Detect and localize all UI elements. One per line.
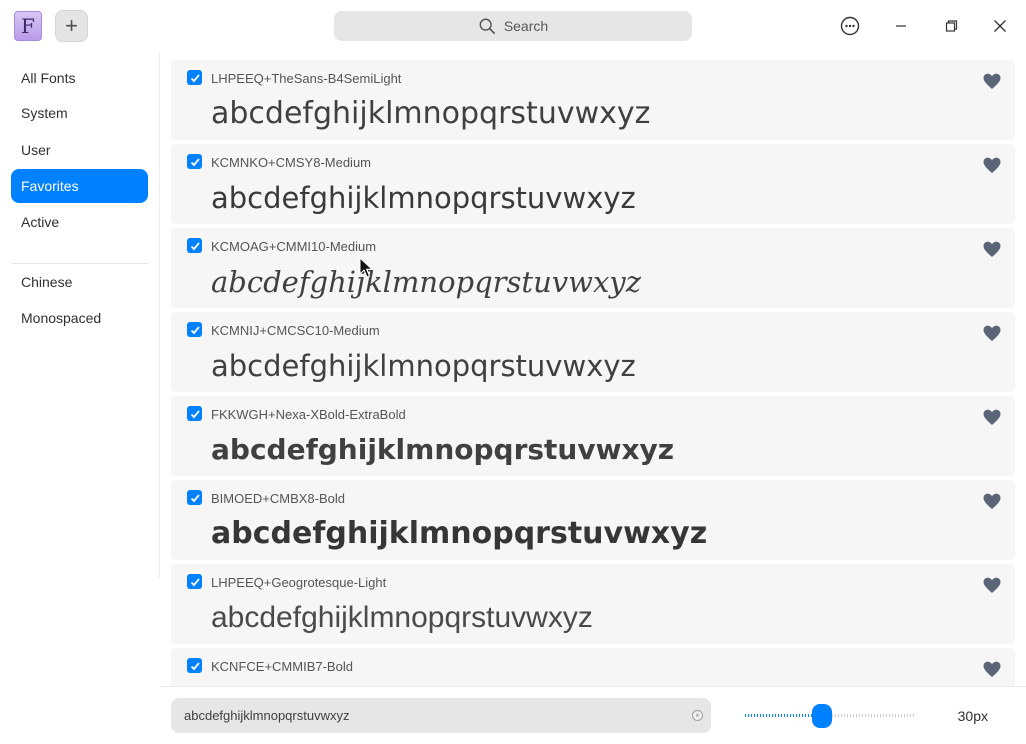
sidebar: All Fonts System User Favorites Active C…	[0, 52, 160, 578]
font-list-item[interactable]: KCMNKO+CMSY8-Medium abcdefghijklmnopqrst…	[171, 144, 1015, 224]
font-list-item[interactable]: KCNFCE+CMMIB7-Bold	[171, 648, 1015, 686]
app-logo-letter: F	[21, 14, 35, 38]
sidebar-divider	[11, 263, 148, 264]
checkmark-icon	[190, 661, 200, 670]
font-name: KCMOAG+CMMI10-Medium	[211, 239, 377, 254]
heart-icon	[983, 409, 1001, 425]
enable-font-checkbox[interactable]	[187, 490, 202, 505]
font-preview: abcdefghijklmnopqrstuvwxyz	[211, 349, 636, 383]
checkmark-icon	[190, 241, 200, 250]
sidebar-item-active[interactable]: Active	[11, 205, 148, 239]
clear-icon: ×	[695, 710, 700, 720]
sidebar-item-chinese[interactable]: Chinese	[11, 265, 148, 299]
sidebar-item-all-fonts[interactable]: All Fonts	[11, 61, 148, 95]
preview-text-input[interactable]	[171, 698, 711, 733]
sidebar-item-user[interactable]: User	[11, 133, 148, 167]
sidebar-item-label: Favorites	[21, 178, 79, 194]
search-box[interactable]: Search	[334, 11, 692, 41]
maximize-button[interactable]	[938, 13, 964, 39]
font-preview: abcdefghijklmnopqrstuvwxyz	[211, 181, 636, 215]
heart-icon	[983, 157, 1001, 173]
search-placeholder: Search	[503, 18, 549, 34]
font-name: LHPEEQ+TheSans-B4SemiLight	[211, 71, 402, 86]
restore-icon	[945, 20, 958, 32]
minimize-button[interactable]	[888, 13, 914, 39]
preview-toolbar: × 30px	[160, 686, 1026, 744]
sidebar-item-system[interactable]: System	[11, 96, 148, 130]
minimize-icon	[896, 25, 906, 27]
heart-icon	[983, 493, 1001, 509]
font-name: LHPEEQ+Geogrotesque-Light	[211, 575, 387, 590]
font-preview: abcdefghijklmnopqrstuvwxyz	[211, 601, 593, 634]
sidebar-item-label: User	[21, 142, 51, 158]
font-name: BIMOED+CMBX8-Bold	[211, 491, 346, 506]
sidebar-item-monospaced[interactable]: Monospaced	[11, 301, 148, 335]
font-preview: abcdefghijklmnopqrstuvwxyz	[211, 96, 651, 131]
sidebar-item-label: All Fonts	[21, 70, 76, 86]
favorite-toggle[interactable]	[983, 325, 1001, 342]
font-name: FKKWGH+Nexa-XBold-ExtraBold	[211, 407, 406, 422]
plus-icon: +	[65, 13, 78, 38]
font-list-item[interactable]: FKKWGH+Nexa-XBold-ExtraBold abcdefghijkl…	[171, 396, 1015, 476]
favorite-toggle[interactable]	[983, 73, 1001, 90]
favorite-toggle[interactable]	[983, 241, 1001, 258]
main-menu-button[interactable]	[837, 13, 863, 39]
heart-icon	[983, 241, 1001, 257]
sidebar-item-label: Monospaced	[21, 310, 102, 326]
app-logo-icon: F	[14, 11, 42, 41]
font-name: KCNFCE+CMMIB7-Bold	[211, 659, 353, 674]
heart-icon	[983, 73, 1001, 89]
font-list-item[interactable]: KCMNIJ+CMCSC10-Medium abcdefghijklmnopqr…	[171, 312, 1015, 392]
enable-font-checkbox[interactable]	[187, 574, 202, 589]
sidebar-item-favorites[interactable]: Favorites	[11, 169, 148, 203]
enable-font-checkbox[interactable]	[187, 238, 202, 253]
more-options-icon	[840, 16, 860, 36]
enable-font-checkbox[interactable]	[187, 406, 202, 421]
heart-icon	[983, 577, 1001, 593]
font-list: LHPEEQ+TheSans-B4SemiLight abcdefghijklm…	[160, 52, 1026, 686]
favorite-toggle[interactable]	[983, 577, 1001, 594]
enable-font-checkbox[interactable]	[187, 70, 202, 85]
heart-icon	[983, 325, 1001, 341]
sidebar-item-label: System	[21, 105, 68, 121]
slider-fill	[745, 714, 822, 717]
font-name: KCMNIJ+CMCSC10-Medium	[211, 323, 380, 338]
font-manager-window: F + Search All Fonts System User Favorit…	[0, 0, 1026, 744]
font-list-item[interactable]: LHPEEQ+Geogrotesque-Light abcdefghijklmn…	[171, 564, 1015, 644]
font-size-value: 30px	[957, 708, 988, 724]
favorite-toggle[interactable]	[983, 157, 1001, 174]
font-list-item[interactable]: LHPEEQ+TheSans-B4SemiLight abcdefghijklm…	[171, 60, 1015, 140]
mouse-cursor-icon	[359, 257, 373, 278]
sidebar-item-label: Chinese	[21, 274, 73, 290]
checkmark-icon	[190, 493, 200, 502]
enable-font-checkbox[interactable]	[187, 658, 202, 673]
clear-input-button[interactable]: ×	[692, 710, 703, 721]
close-button[interactable]	[987, 13, 1013, 39]
checkmark-icon	[190, 73, 200, 82]
font-name: KCMNKO+CMSY8-Medium	[211, 155, 372, 170]
heart-icon	[983, 661, 1001, 677]
favorite-toggle[interactable]	[983, 409, 1001, 426]
close-icon	[994, 20, 1006, 32]
favorite-toggle[interactable]	[983, 661, 1001, 678]
checkmark-icon	[190, 325, 200, 334]
checkmark-icon	[190, 409, 200, 418]
font-preview: abcdefghijklmnopqrstuvwxyz	[211, 265, 641, 299]
title-bar: F + Search	[0, 0, 1026, 52]
sidebar-item-label: Active	[21, 214, 60, 230]
add-font-button[interactable]: +	[55, 10, 88, 42]
font-list-item[interactable]: BIMOED+CMBX8-Bold abcdefghijklmnopqrstuv…	[171, 480, 1015, 560]
checkmark-icon	[190, 157, 200, 166]
enable-font-checkbox[interactable]	[187, 322, 202, 337]
font-list-item[interactable]: KCMOAG+CMMI10-Medium abcdefghijklmnopqrs…	[171, 228, 1015, 308]
font-preview: abcdefghijklmnopqrstuvwxyz	[211, 516, 708, 551]
font-size-slider[interactable]	[745, 704, 916, 728]
font-preview: abcdefghijklmnopqrstuvwxyz	[211, 433, 675, 466]
checkmark-icon	[190, 577, 200, 586]
search-icon	[479, 18, 495, 35]
enable-font-checkbox[interactable]	[187, 154, 202, 169]
favorite-toggle[interactable]	[983, 493, 1001, 510]
slider-handle[interactable]	[812, 704, 832, 728]
